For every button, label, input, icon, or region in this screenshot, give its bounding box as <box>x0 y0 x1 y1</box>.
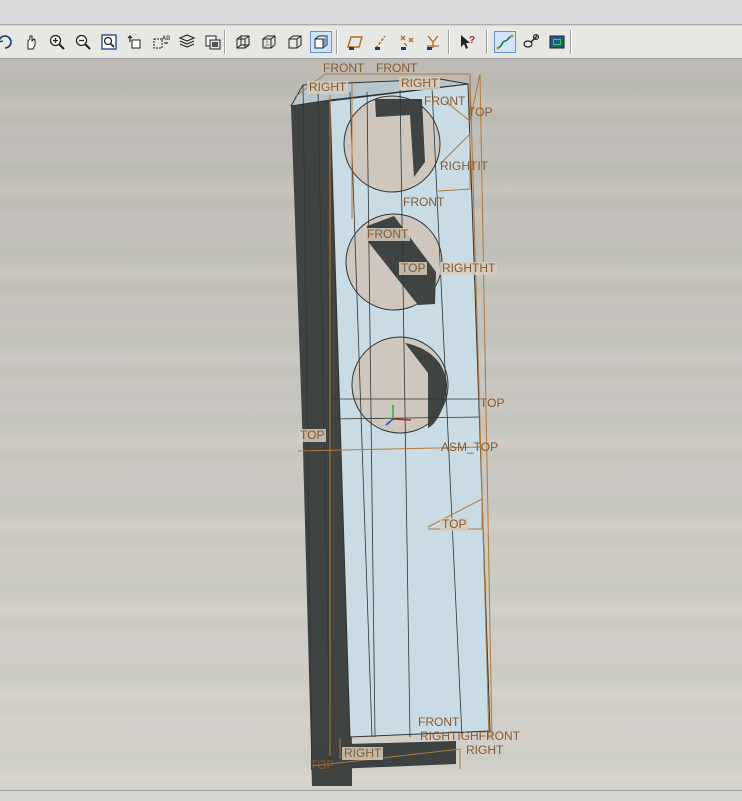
datum-label-top[interactable]: TOP <box>440 518 469 531</box>
no-hidden-icon <box>288 35 302 49</box>
wireframe-icon <box>236 35 250 49</box>
datum-label-right[interactable]: RIGHT <box>466 744 503 757</box>
datum-label-top[interactable]: TOP <box>480 397 504 410</box>
speaker-hole-upper <box>343 95 441 193</box>
zoom-out-button[interactable] <box>72 31 94 53</box>
datum-label-right[interactable]: RIGHT <box>342 747 384 760</box>
toolbar-separator <box>448 30 449 54</box>
datum-axes-icon <box>375 35 386 50</box>
reorient-button[interactable] <box>124 31 146 53</box>
shading-icon <box>314 35 328 49</box>
context-help-icon: ? <box>461 35 475 49</box>
datum-label-right[interactable]: RIGHT <box>307 81 349 94</box>
saved-views-button[interactable]: AB <box>150 31 172 53</box>
datum-label-right[interactable]: RIGHTIGHFRONT <box>420 730 520 743</box>
datum-label-top[interactable]: TOP <box>310 759 334 772</box>
coordinate-systems-button[interactable] <box>422 31 444 53</box>
wireframe-button[interactable] <box>232 31 254 53</box>
saved-views-icon: AB <box>153 35 170 49</box>
datum-label-top[interactable]: TOP <box>298 429 327 442</box>
view-manager-icon <box>205 35 221 50</box>
datum-planes-button[interactable] <box>344 31 366 53</box>
repaint-button[interactable] <box>0 31 16 53</box>
refit-icon <box>101 34 117 50</box>
annotation-button[interactable] <box>520 31 542 53</box>
spin-center-icon <box>27 35 36 50</box>
datum-label-asm-top[interactable]: ASM_TOP <box>441 441 498 454</box>
datum-axes-button[interactable] <box>370 31 392 53</box>
zoom-out-icon <box>75 34 91 50</box>
datum-label-top[interactable]: TOP <box>399 262 428 275</box>
toolbar-separator <box>486 30 487 54</box>
datum-label-front[interactable]: FRONT <box>365 228 411 241</box>
datum-label-top[interactable]: TOP <box>468 106 492 119</box>
refit-button[interactable] <box>98 31 120 53</box>
status-bar <box>0 790 742 801</box>
datum-label-right[interactable]: RIGHTHT <box>440 262 498 275</box>
datum-label-front[interactable]: FRONT <box>403 196 444 209</box>
graphics-viewport[interactable]: FRONT FRONT RIGHT RIGHT FRONT TOP RIGHTI… <box>0 59 742 790</box>
no-hidden-button[interactable] <box>284 31 306 53</box>
datum-label-front[interactable]: FRONT <box>376 62 417 75</box>
sketch-icon <box>496 34 514 50</box>
hidden-line-button[interactable] <box>258 31 280 53</box>
cad-model[interactable] <box>0 59 742 790</box>
context-help-button[interactable]: ? <box>456 31 478 53</box>
view-manager-button[interactable] <box>202 31 224 53</box>
datum-label-right[interactable]: RIGHTIT <box>440 160 488 173</box>
toolbar-separator <box>336 30 337 54</box>
zoom-in-button[interactable] <box>46 31 68 53</box>
repaint-icon <box>0 35 12 49</box>
annotation-icon <box>523 33 540 48</box>
zoom-in-icon <box>49 34 65 50</box>
layers-button[interactable] <box>176 31 198 53</box>
svg-text:?: ? <box>469 35 475 46</box>
hidden-line-icon <box>262 35 276 49</box>
datum-points-button[interactable] <box>396 31 418 53</box>
datum-label-right[interactable]: RIGHT <box>399 77 441 90</box>
window-title-strip <box>0 0 742 25</box>
datum-label-front[interactable]: FRONT <box>424 95 465 108</box>
display-toggle-button[interactable] <box>546 31 568 53</box>
layers-icon <box>178 34 196 48</box>
toolbar-separator <box>570 30 571 54</box>
main-toolbar: AB ? <box>0 26 742 59</box>
datum-label-front[interactable]: FRONT <box>418 716 459 729</box>
coordinate-systems-icon <box>427 35 439 50</box>
reorient-icon <box>127 35 141 49</box>
display-icon <box>549 35 565 49</box>
toolbar-separator <box>224 30 225 54</box>
datum-planes-icon <box>347 36 363 50</box>
shading-button[interactable] <box>310 31 332 53</box>
datum-points-icon <box>400 35 414 50</box>
svg-text:AB: AB <box>162 35 170 42</box>
datum-label-front[interactable]: FRONT <box>323 62 364 75</box>
spin-button[interactable] <box>20 31 42 53</box>
sketch-button[interactable] <box>494 31 516 53</box>
